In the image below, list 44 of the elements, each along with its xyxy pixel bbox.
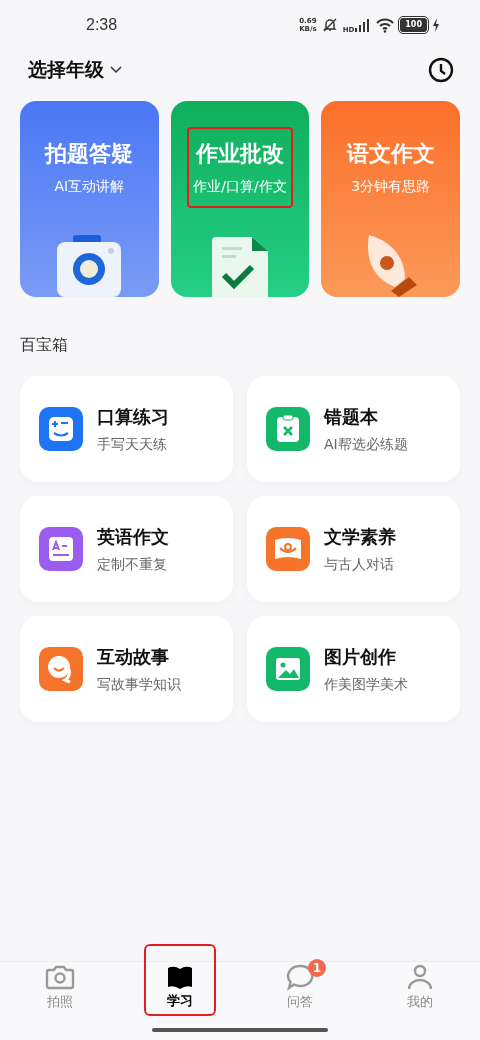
tool-card[interactable]: 错题本 AI帮选必练题	[247, 376, 460, 482]
battery-icon: 100	[400, 18, 427, 32]
tool-card[interactable]: 口算练习 手写天天练	[20, 376, 233, 482]
history-icon[interactable]	[428, 57, 454, 83]
tool-card[interactable]: 文学素养 与古人对话	[247, 496, 460, 602]
nav-tab[interactable]: 我的	[384, 944, 456, 1016]
person-icon	[405, 962, 435, 991]
document-check-icon	[210, 237, 270, 297]
camera-icon	[55, 235, 124, 297]
chat-bubble-icon	[285, 962, 315, 991]
status-time: 2:38	[86, 16, 118, 34]
tool-title: 文学素养	[324, 524, 396, 549]
feature-title: 拍题答疑	[45, 139, 134, 168]
tool-subtitle: AI帮选必练题	[324, 435, 408, 454]
charging-icon	[432, 18, 440, 32]
tool-subtitle: 作美图学美术	[324, 675, 408, 694]
section-title: 百宝箱	[19, 334, 69, 356]
nav-tab[interactable]: 问答 1	[264, 944, 336, 1016]
grade-selector[interactable]: 选择年级	[28, 57, 122, 83]
feature-subtitle: AI互动讲解	[54, 178, 125, 196]
wifi-icon	[375, 17, 396, 33]
tool-title: 英语作文	[97, 524, 169, 549]
feature-subtitle: 作业/口算/作文	[193, 178, 287, 196]
nav-tab[interactable]: 学习	[144, 944, 216, 1016]
tool-card[interactable]: 英语作文 定制不重复	[20, 496, 233, 602]
nav-tab[interactable]: 拍照	[24, 944, 96, 1016]
feature-title: 语文作文	[346, 139, 435, 168]
feature-subtitle: 3分钟有思路	[351, 178, 431, 196]
tool-title: 口算练习	[97, 404, 169, 429]
notification-badge: 1	[308, 959, 326, 977]
chevron-down-icon	[110, 66, 122, 74]
tool-title: 图片创作	[324, 644, 397, 669]
tool-subtitle: 手写天天练	[97, 435, 168, 454]
tool-subtitle: 写故事学知识	[97, 675, 181, 694]
tool-subtitle: 与古人对话	[324, 555, 395, 574]
tool-card[interactable]: 互动故事 写故事学知识	[20, 616, 233, 722]
tool-title: 互动故事	[97, 644, 170, 669]
feature-title: 作业批改	[196, 139, 284, 168]
tool-card[interactable]: 图片创作 作美图学美术	[247, 616, 460, 722]
tool-subtitle: 定制不重复	[97, 555, 168, 574]
signal-icon	[354, 18, 371, 32]
muted-bell-icon	[321, 17, 338, 33]
tool-title: 错题本	[324, 404, 379, 429]
feature-card[interactable]: 拍题答疑 AI互动讲解	[20, 101, 159, 297]
